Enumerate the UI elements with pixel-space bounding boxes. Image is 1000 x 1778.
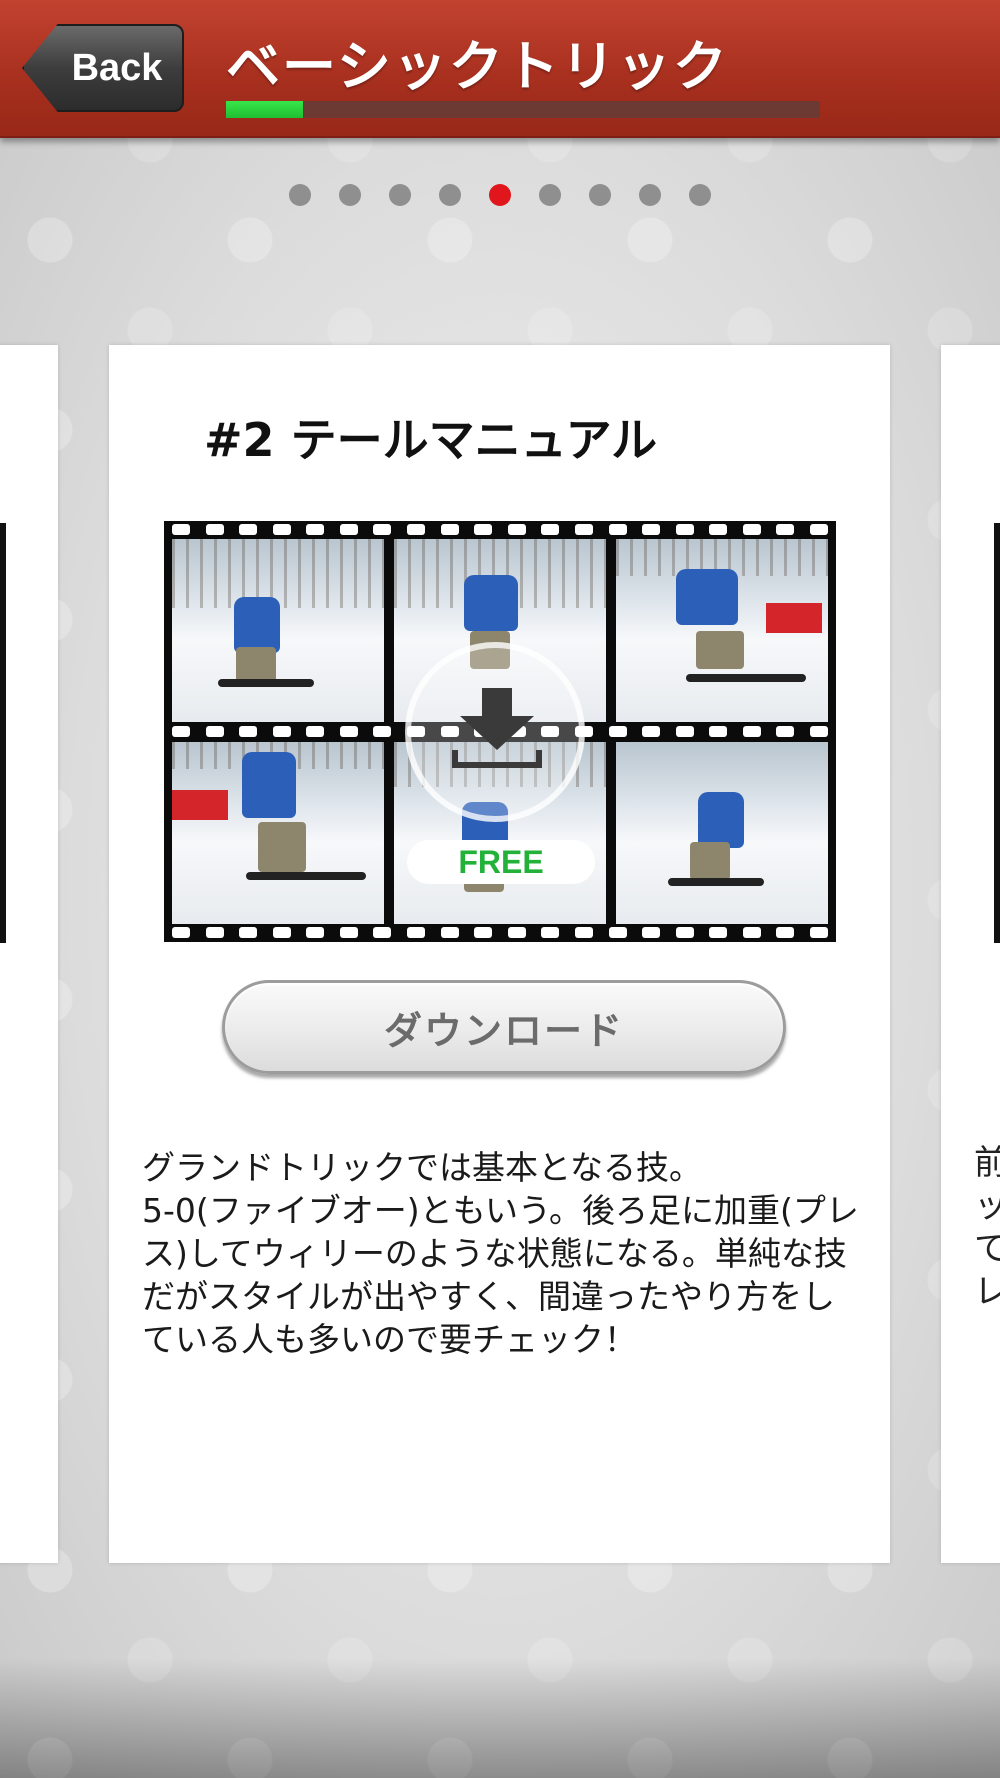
film-sprocket-hole	[675, 524, 694, 535]
film-sprocket-hole	[205, 927, 224, 938]
film-sprocket-hole	[373, 927, 392, 938]
film-sprocket-hole	[776, 927, 795, 938]
film-sprocket-hole	[742, 927, 761, 938]
film-sprocket-hole	[507, 927, 526, 938]
film-sprocket-hole	[272, 726, 291, 737]
download-arrow-icon	[452, 688, 542, 768]
film-sprocket-hole	[407, 524, 426, 535]
page-dot[interactable]	[539, 184, 561, 206]
film-sprocket-hole	[172, 726, 190, 737]
film-sprocket-hole	[742, 524, 761, 535]
film-sprocket-hole	[407, 927, 426, 938]
film-sprocket-hole	[642, 927, 661, 938]
film-sprocket-hole	[474, 524, 493, 535]
page-dot[interactable]	[589, 184, 611, 206]
film-frame	[172, 741, 384, 924]
film-sprocket-hole	[809, 927, 828, 938]
film-sprocket-hole	[205, 726, 224, 737]
screen-title: ベーシックトリック	[226, 35, 729, 98]
film-sprockets-top	[172, 524, 828, 536]
film-sprocket-hole	[239, 524, 258, 535]
page-dot[interactable]	[389, 184, 411, 206]
film-sprocket-hole	[339, 726, 358, 737]
film-sprocket-hole	[742, 726, 761, 737]
progress-bar-fill	[226, 101, 304, 118]
film-sprocket-hole	[675, 927, 694, 938]
back-button[interactable]: Back	[22, 24, 184, 112]
page-dot-active[interactable]	[489, 184, 511, 206]
film-sprocket-hole	[809, 726, 828, 737]
film-sprocket-hole	[608, 524, 627, 535]
next-card-film-edge	[994, 523, 1000, 943]
page-indicator[interactable]	[0, 184, 1000, 206]
film-sprocket-hole	[272, 927, 291, 938]
film-sprocket-hole	[541, 927, 560, 938]
trick-description: グランドトリックでは基本となる技。 5-0(ファイブオー)ともいう。後ろ足に加重…	[142, 1148, 859, 1359]
film-sprocket-hole	[675, 726, 694, 737]
film-sprocket-hole	[272, 524, 291, 535]
film-sprocket-hole	[709, 726, 728, 737]
film-sprocket-hole	[776, 726, 795, 737]
film-sprocket-hole	[809, 524, 828, 535]
film-sprocket-hole	[239, 927, 258, 938]
film-sprocket-hole	[541, 524, 560, 535]
film-sprocket-hole	[306, 524, 325, 535]
page-dot[interactable]	[439, 184, 461, 206]
trick-title: #2 テールマニュアル	[204, 413, 658, 467]
film-sprocket-hole	[205, 524, 224, 535]
film-sprocket-hole	[507, 524, 526, 535]
film-sprocket-hole	[574, 524, 593, 535]
film-frame	[616, 741, 828, 924]
free-badge: FREE	[407, 840, 595, 884]
film-sprocket-hole	[474, 927, 493, 938]
header-bar: Back ベーシックトリック	[0, 0, 1000, 138]
film-sprocket-hole	[608, 927, 627, 938]
progress-bar	[226, 101, 820, 118]
film-sprocket-hole	[776, 524, 795, 535]
film-sprocket-hole	[339, 927, 358, 938]
film-frame	[616, 539, 828, 722]
next-card[interactable]	[941, 345, 1000, 1563]
film-sprockets-bottom	[172, 927, 828, 939]
page-dot[interactable]	[689, 184, 711, 206]
film-sprocket-hole	[642, 726, 661, 737]
previous-card[interactable]	[0, 345, 58, 1563]
film-sprocket-hole	[642, 524, 661, 535]
film-sprocket-hole	[373, 726, 392, 737]
film-frame	[172, 539, 384, 722]
next-card-description-peek: 前 ッ て レ	[974, 1143, 1000, 1312]
previous-card-film-edge	[0, 523, 6, 943]
download-button[interactable]: ダウンロード	[222, 980, 786, 1074]
page-dot[interactable]	[339, 184, 361, 206]
film-sprocket-hole	[172, 524, 190, 535]
film-sprocket-hole	[339, 524, 358, 535]
film-sprocket-hole	[172, 927, 190, 938]
film-sprocket-hole	[440, 927, 459, 938]
film-sprocket-hole	[440, 524, 459, 535]
film-sprocket-hole	[373, 524, 392, 535]
film-sprocket-hole	[709, 927, 728, 938]
film-sprocket-hole	[306, 726, 325, 737]
film-sprocket-hole	[239, 726, 258, 737]
film-sprocket-hole	[574, 927, 593, 938]
bottom-shade	[0, 1658, 1000, 1778]
film-sprocket-hole	[608, 726, 627, 737]
film-sprocket-hole	[709, 524, 728, 535]
film-sprocket-hole	[306, 927, 325, 938]
page-dot[interactable]	[289, 184, 311, 206]
page-dot[interactable]	[639, 184, 661, 206]
